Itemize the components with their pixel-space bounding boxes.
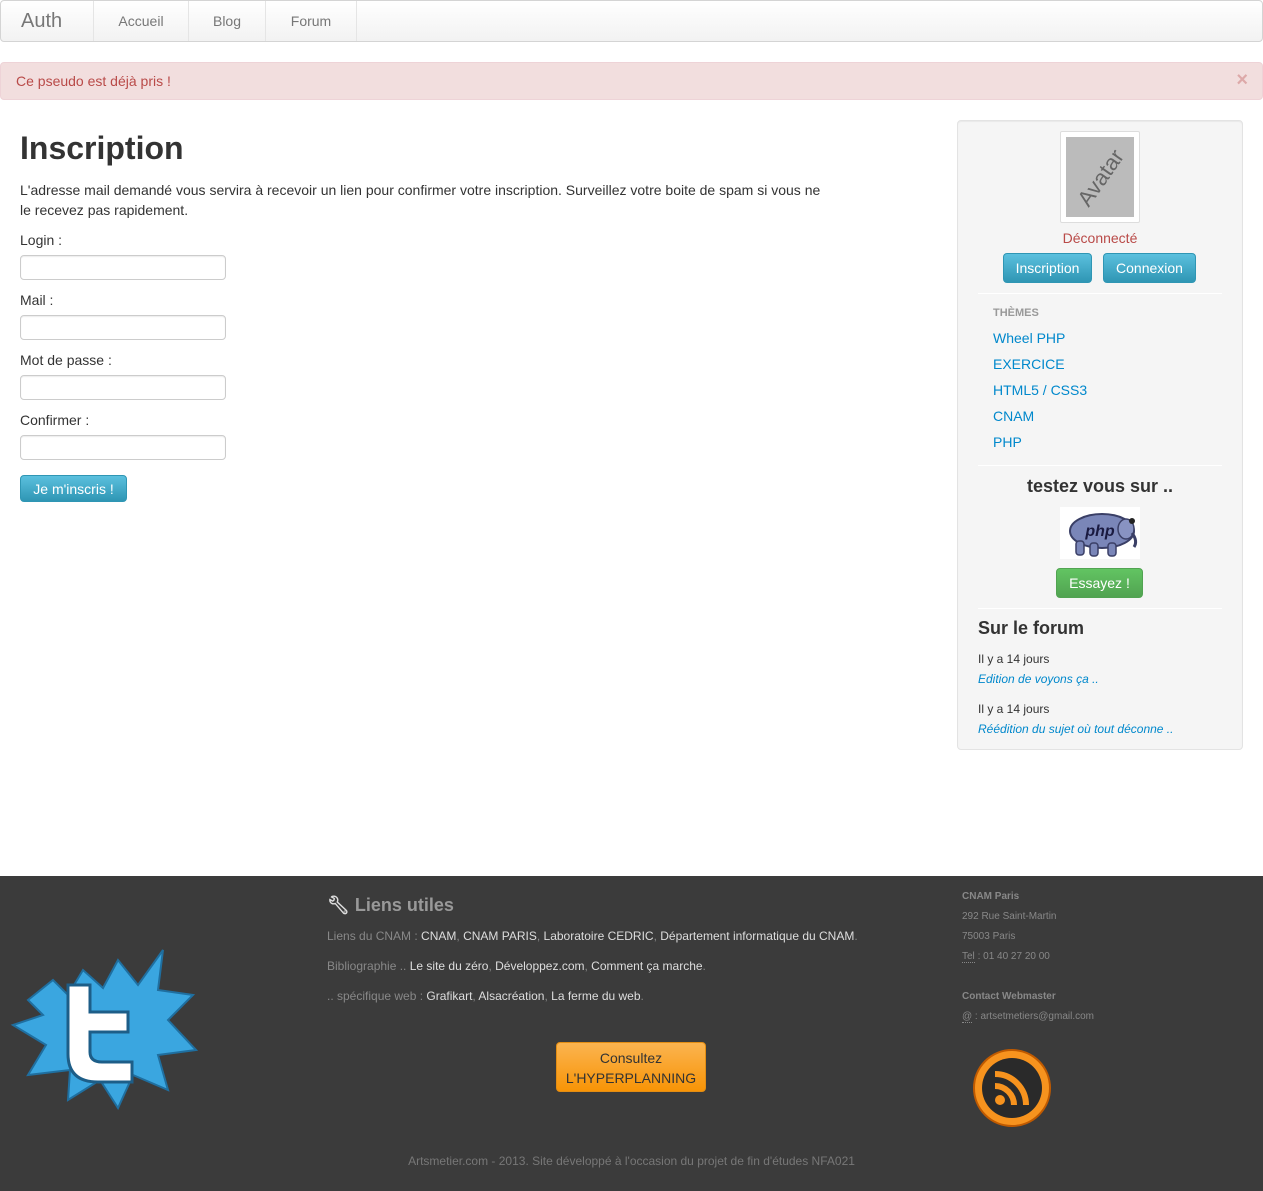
login-label: Login : (20, 232, 63, 248)
top-navbar: Auth Accueil Blog Forum (0, 0, 1263, 42)
divider (978, 608, 1222, 609)
nav-item-forum[interactable]: Forum (266, 1, 357, 41)
copyright-text: Artsmetier.com - 2013. Site développé à … (408, 1154, 855, 1168)
bibliography-links-row: Bibliographie .. Le site du zéro, Dévelo… (327, 959, 706, 973)
twitter-logo-icon[interactable] (8, 940, 199, 1111)
password-input[interactable] (20, 375, 226, 400)
address-title: CNAM Paris (962, 891, 1020, 902)
close-icon[interactable]: × (1236, 70, 1248, 90)
error-alert: Ce pseudo est déjà pris ! × (0, 62, 1263, 100)
hyperplanning-button[interactable]: Consultez L'HYPERPLANNING (556, 1042, 706, 1092)
tel-label: Tel (962, 951, 975, 963)
page-footer: 🔧︎ Liens utiles Liens du CNAM : CNAM, CN… (0, 876, 1263, 1191)
try-php-button[interactable]: Essayez ! (1056, 568, 1143, 598)
web-links-row: .. spécifique web : Grafikart, Alsacréat… (327, 989, 644, 1003)
confirm-password-input[interactable] (20, 435, 226, 460)
forum-post-link[interactable]: Réédition du sujet où tout déconne .. (978, 722, 1173, 736)
divider (978, 465, 1222, 466)
footer-link[interactable]: Département informatique du CNAM (660, 929, 854, 943)
footer-link[interactable]: La ferme du web (551, 989, 640, 1003)
theme-link-wheel-php[interactable]: Wheel PHP (993, 330, 1065, 346)
footer-link[interactable]: Alsacréation (478, 989, 544, 1003)
address-street: 292 Rue Saint-Martin (962, 911, 1057, 922)
brand-link[interactable]: Auth (21, 10, 62, 33)
wrench-icon: 🔧︎ (327, 895, 350, 915)
password-label: Mot de passe : (20, 352, 112, 368)
footer-link[interactable]: Laboratoire CEDRIC (544, 929, 654, 943)
test-yourself-heading: testez vous sur .. (1026, 476, 1174, 496)
footer-link[interactable]: CNAM PARIS (463, 929, 537, 943)
theme-link-cnam[interactable]: CNAM (993, 408, 1034, 424)
divider (978, 293, 1222, 294)
footer-link[interactable]: Le site du zéro (410, 959, 489, 973)
page-title: Inscription (20, 130, 184, 166)
avatar-placeholder-image: Avatar (1066, 137, 1134, 217)
row-prefix: .. spécifique web : (327, 989, 427, 1003)
webmaster-title: Contact Webmaster (962, 991, 1056, 1002)
row-suffix: . (640, 989, 644, 1003)
email-label: @ (962, 1011, 973, 1023)
mail-label: Mail : (20, 292, 54, 308)
forum-heading: Sur le forum (978, 618, 1085, 638)
avatar-label: Avatar (1072, 144, 1129, 211)
theme-link-exercice[interactable]: EXERCICE (993, 356, 1065, 372)
nav-item-accueil[interactable]: Accueil (93, 1, 189, 41)
useful-links-title: Liens utiles (354, 895, 454, 915)
phone-number: : 01 40 27 20 00 (974, 951, 1050, 962)
forum-post-date: Il y a 14 jours (978, 652, 1050, 666)
row-suffix: . (854, 929, 858, 943)
cnam-links-row: Liens du CNAM : CNAM, CNAM PARIS, Labora… (327, 929, 858, 943)
sidebar-login-button[interactable]: Connexion (1103, 253, 1196, 283)
sidebar-panel: Avatar Déconnecté Inscription Connexion … (957, 120, 1243, 750)
mail-input[interactable] (20, 315, 226, 340)
alert-message: Ce pseudo est déjà pris ! (16, 73, 171, 89)
footer-link[interactable]: CNAM (421, 929, 456, 943)
connection-status: Déconnecté (1062, 230, 1138, 246)
intro-text: L'adresse mail demandé vous servira à re… (20, 182, 821, 218)
php-elephant-logo[interactable]: php (1060, 507, 1140, 559)
address-city: 75003 Paris (962, 931, 1016, 942)
php-logo-text: php (1084, 523, 1115, 540)
login-input[interactable] (20, 255, 226, 280)
theme-link-php[interactable]: PHP (993, 434, 1022, 450)
nav-item-blog[interactable]: Blog (189, 1, 266, 41)
forum-post-link[interactable]: Edition de voyons ça .. (978, 672, 1099, 686)
footer-link[interactable]: Comment ça marche (591, 959, 702, 973)
themes-header: THÈMES (993, 307, 1039, 319)
useful-links-heading: 🔧︎ Liens utiles (327, 895, 454, 916)
forum-post-date: Il y a 14 jours (978, 702, 1050, 716)
hyperplanning-line2: L'HYPERPLANNING (565, 1070, 697, 1086)
row-suffix: . (702, 959, 706, 973)
row-prefix: Bibliographie .. (327, 959, 410, 973)
footer-link[interactable]: Grafikart (426, 989, 472, 1003)
rss-feed-icon[interactable] (972, 1048, 1052, 1128)
phone-line: Tel : 01 40 27 20 00 (962, 951, 1050, 963)
avatar: Avatar (1060, 131, 1140, 223)
row-prefix: Liens du CNAM : (327, 929, 422, 943)
email-line: @ : artsetmetiers@gmail.com (962, 1011, 1094, 1023)
footer-link[interactable]: Développez.com (495, 959, 584, 973)
hyperplanning-line1: Consultez (599, 1050, 663, 1066)
email-address[interactable]: : artsetmetiers@gmail.com (972, 1011, 1094, 1022)
register-submit-button[interactable]: Je m'inscris ! (20, 475, 127, 502)
confirm-label: Confirmer : (20, 412, 90, 428)
sidebar-register-button[interactable]: Inscription (1003, 253, 1092, 283)
theme-link-html5-css3[interactable]: HTML5 / CSS3 (993, 382, 1087, 398)
